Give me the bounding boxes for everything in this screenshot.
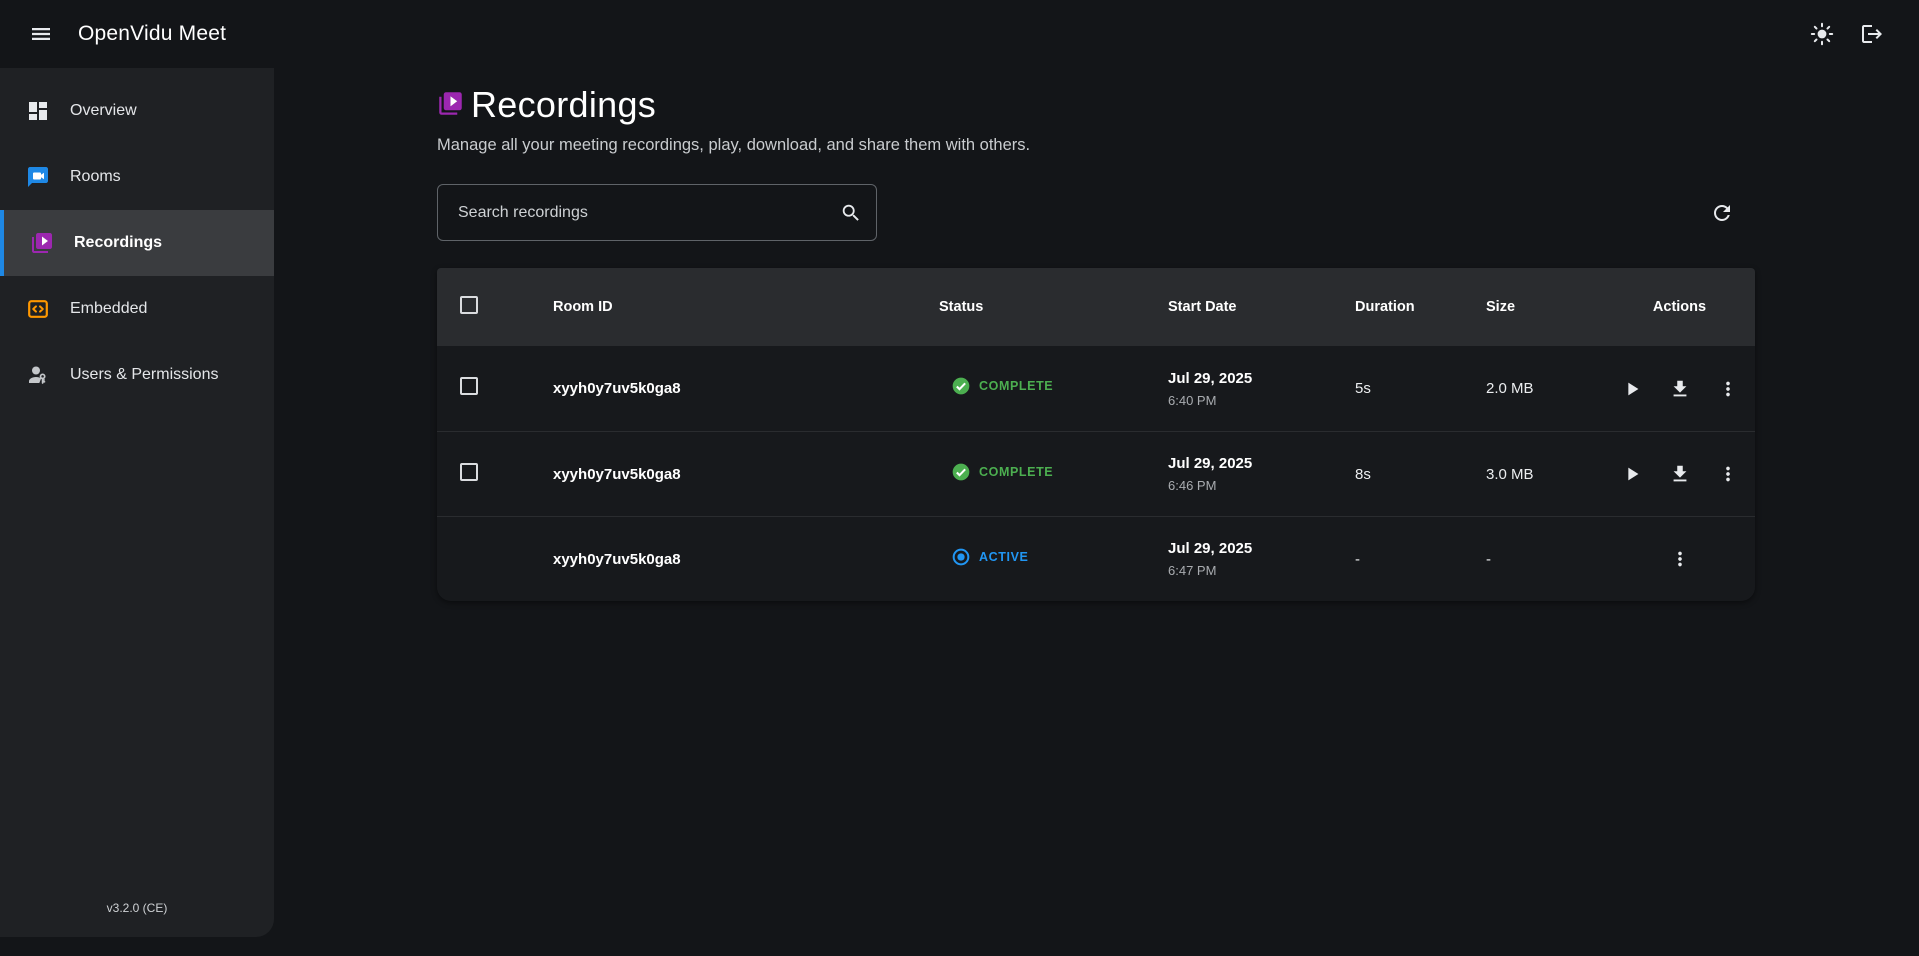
start-time: 6:40 PM [1168,393,1355,408]
search-icon [840,202,862,224]
status-label: COMPLETE [979,465,1053,479]
page-header: Recordings [437,84,1919,125]
app-layout: Overview Rooms Recordings [0,68,1919,956]
refresh-icon [1710,201,1734,225]
column-header-actions: Actions [1608,299,1755,315]
table-row: xyyh0y7uv5k0ga8 COMPLETE Jul 29, 2025 6:46 … [437,431,1755,516]
toolbar [437,184,1755,241]
start-date: Jul 29, 2025 [1168,370,1355,387]
app-version: v3.2.0 (CE) [0,901,274,937]
duration-cell: 5s [1355,380,1486,397]
more-icon [1669,548,1691,570]
dashboard-icon [26,99,50,123]
download-icon [1669,378,1691,400]
status-badge: COMPLETE [951,462,1053,482]
sidebar-item-users-permissions[interactable]: Users & Permissions [0,342,274,408]
row-actions [1608,537,1755,581]
table-header-row: Room ID Status Start Date Duration Size … [437,268,1755,346]
column-header-start-date: Start Date [1168,299,1355,315]
logout-button[interactable] [1851,13,1893,55]
room-id-cell: xyyh0y7uv5k0ga8 [553,380,939,397]
sidebar: Overview Rooms Recordings [0,68,274,937]
duration-cell: - [1355,551,1486,568]
more-icon [1717,378,1739,400]
start-time: 6:46 PM [1168,478,1355,493]
room-id-cell: xyyh0y7uv5k0ga8 [553,551,939,568]
embedded-code-icon [26,297,50,321]
video-library-icon [30,231,54,255]
column-header-room-id: Room ID [553,299,939,315]
hamburger-menu-icon [29,22,53,46]
download-icon [1669,463,1691,485]
table-row: xyyh0y7uv5k0ga8 COMPLETE Jul 29, 2025 6:40 … [437,346,1755,431]
status-complete-icon [951,462,971,482]
page-subtitle: Manage all your meeting recordings, play… [437,136,1919,155]
duration-cell: 8s [1355,466,1486,483]
play-button[interactable] [1610,452,1654,496]
play-button[interactable] [1610,367,1654,411]
logout-icon [1860,22,1884,46]
sidebar-item-label: Users & Permissions [70,366,218,384]
theme-toggle-button[interactable] [1801,13,1843,55]
start-date-cell: Jul 29, 2025 6:47 PM [1168,540,1355,578]
sidebar-item-rooms[interactable]: Rooms [0,144,274,210]
status-badge: COMPLETE [951,376,1053,396]
light-mode-sun-icon [1810,22,1834,46]
table-body: xyyh0y7uv5k0ga8 COMPLETE Jul 29, 2025 6:40 … [437,346,1755,601]
room-id-cell: xyyh0y7uv5k0ga8 [553,466,939,483]
more-icon [1717,463,1739,485]
top-app-bar: OpenVidu Meet [0,0,1919,68]
download-button[interactable] [1658,367,1702,411]
status-label: ACTIVE [979,550,1028,564]
sidebar-item-overview[interactable]: Overview [0,78,274,144]
start-date-cell: Jul 29, 2025 6:40 PM [1168,370,1355,408]
recordings-table: Room ID Status Start Date Duration Size … [437,268,1755,601]
row-actions [1608,452,1755,496]
page-title: Recordings [471,84,656,125]
play-icon [1621,378,1643,400]
sidebar-item-label: Overview [70,102,137,120]
refresh-button[interactable] [1701,192,1743,234]
start-date: Jul 29, 2025 [1168,455,1355,472]
start-time: 6:47 PM [1168,563,1355,578]
sidebar-item-label: Recordings [74,234,162,252]
row-actions [1608,367,1755,411]
sidebar-item-recordings[interactable]: Recordings [0,210,274,276]
sidebar-item-label: Embedded [70,300,147,318]
size-cell: 3.0 MB [1486,466,1608,483]
video-chat-icon [26,165,50,189]
recordings-page-icon [437,84,464,117]
table-row: xyyh0y7uv5k0ga8 ACTIVE Jul 29, 2025 6:47 PM… [437,516,1755,601]
main-content: Recordings Manage all your meeting recor… [274,68,1919,601]
user-key-icon [26,363,50,387]
download-button[interactable] [1658,452,1702,496]
row-checkbox[interactable] [460,463,478,481]
status-active-icon [951,547,971,567]
start-date-cell: Jul 29, 2025 6:46 PM [1168,455,1355,493]
status-label: COMPLETE [979,379,1053,393]
more-button[interactable] [1658,537,1702,581]
search-input[interactable] [456,203,830,223]
app-title: OpenVidu Meet [78,22,226,46]
column-header-size: Size [1486,299,1608,315]
select-all-checkbox[interactable] [460,296,478,314]
more-button[interactable] [1706,452,1750,496]
menu-button[interactable] [20,13,62,55]
column-header-status: Status [939,299,1168,315]
status-badge: ACTIVE [951,547,1028,567]
start-date: Jul 29, 2025 [1168,540,1355,557]
size-cell: - [1486,551,1608,568]
column-header-duration: Duration [1355,299,1486,315]
play-icon [1621,463,1643,485]
search-box [437,184,877,241]
size-cell: 2.0 MB [1486,380,1608,397]
sidebar-item-embedded[interactable]: Embedded [0,276,274,342]
more-button[interactable] [1706,367,1750,411]
sidebar-item-label: Rooms [70,168,121,186]
status-complete-icon [951,376,971,396]
row-checkbox[interactable] [460,377,478,395]
